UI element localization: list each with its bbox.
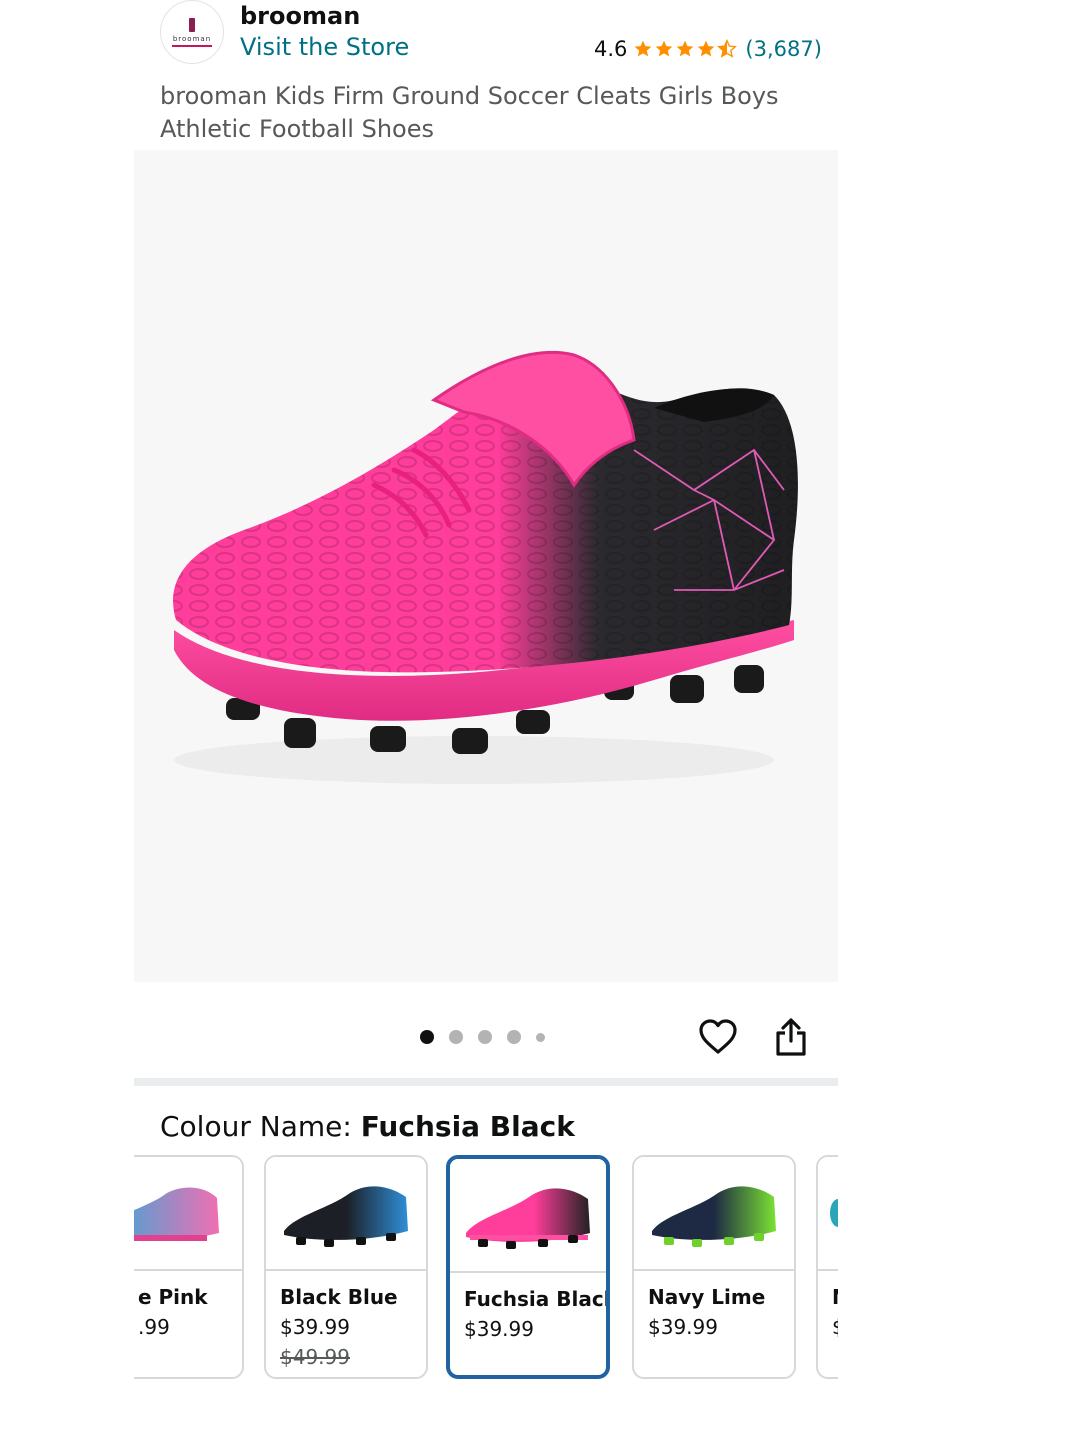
swatch-partial-right[interactable]: N $ [816, 1155, 838, 1379]
swatch-name: e Pink [138, 1285, 208, 1309]
swatch-price: $39.99 [648, 1315, 718, 1339]
swatch-price: $39.99 [280, 1315, 350, 1339]
colour-swatch-list[interactable]: e Pink .99 Black Blue $39.99 $49.99 Fuch… [134, 1150, 838, 1390]
swatch-thumbnail [266, 1157, 426, 1271]
share-icon [776, 1018, 806, 1056]
swatch-price: $ [832, 1315, 838, 1339]
swatch-black-blue[interactable]: Black Blue $39.99 $49.99 [264, 1155, 428, 1379]
star-rating [633, 39, 738, 59]
pagination-dot-active[interactable] [420, 1030, 434, 1044]
logo-mark-icon [189, 17, 195, 32]
swatch-name: Fuchsia Black [464, 1287, 610, 1311]
swatch-name: Black Blue [280, 1285, 398, 1309]
shoe-image-icon [173, 350, 798, 784]
pagination-dot[interactable] [536, 1032, 545, 1042]
swatch-price: $39.99 [464, 1317, 534, 1341]
pagination-dot[interactable] [507, 1030, 521, 1044]
selected-colour-name: Fuchsia Black [360, 1110, 575, 1143]
section-divider [134, 1078, 838, 1086]
swatch-thumbnail [134, 1157, 242, 1271]
star-full-icon [656, 40, 673, 57]
shoe-thumbnail-icon [284, 1186, 408, 1247]
shoe-thumbnail-icon [466, 1188, 590, 1249]
heart-icon [699, 1019, 737, 1054]
share-button[interactable] [772, 1017, 810, 1057]
shoe-thumbnail-icon [134, 1187, 219, 1241]
swatch-price: .99 [138, 1315, 170, 1339]
pagination-dot[interactable] [478, 1030, 492, 1044]
product-page: brooman brooman Visit the Store 4.6 (3,6… [0, 0, 1070, 1440]
visit-store-link[interactable]: Visit the Store [240, 33, 409, 61]
rating-count[interactable]: (3,687) [745, 37, 822, 61]
shoe-thumbnail-icon [652, 1186, 776, 1247]
shoe-thumbnail-icon [830, 1199, 838, 1227]
swatch-thumbnail [818, 1157, 838, 1271]
store-logo[interactable]: brooman [160, 0, 224, 64]
store-logo-text: brooman [172, 34, 212, 43]
star-full-icon [677, 40, 694, 57]
pagination-dot[interactable] [449, 1030, 463, 1044]
logo-underline [172, 44, 212, 47]
star-full-icon [698, 40, 715, 57]
swatch-thumbnail [634, 1157, 794, 1271]
colour-name-label: Colour Name: Fuchsia Black [160, 1110, 575, 1143]
swatch-blue-pink[interactable]: e Pink .99 [134, 1155, 244, 1379]
swatch-name: Navy Lime [648, 1285, 766, 1309]
rating-value: 4.6 [594, 37, 628, 61]
star-full-icon [635, 40, 652, 57]
store-name: brooman [240, 2, 361, 30]
swatch-fuchsia-black[interactable]: Fuchsia Black $39.99 [446, 1155, 610, 1379]
product-image[interactable] [134, 150, 838, 982]
colour-label-prefix: Colour Name: [160, 1110, 361, 1143]
wishlist-button[interactable] [698, 1017, 738, 1057]
product-title: brooman Kids Firm Ground Soccer Cleats G… [160, 82, 779, 143]
swatch-old-price: $49.99 [280, 1345, 350, 1369]
swatch-thumbnail [450, 1159, 606, 1273]
rating-summary[interactable]: 4.6 (3,687) [594, 37, 822, 61]
star-half-icon [717, 39, 738, 58]
swatch-navy-lime[interactable]: Navy Lime $39.99 [632, 1155, 796, 1379]
image-pagination[interactable] [420, 1030, 545, 1044]
swatch-name: N [832, 1285, 838, 1309]
